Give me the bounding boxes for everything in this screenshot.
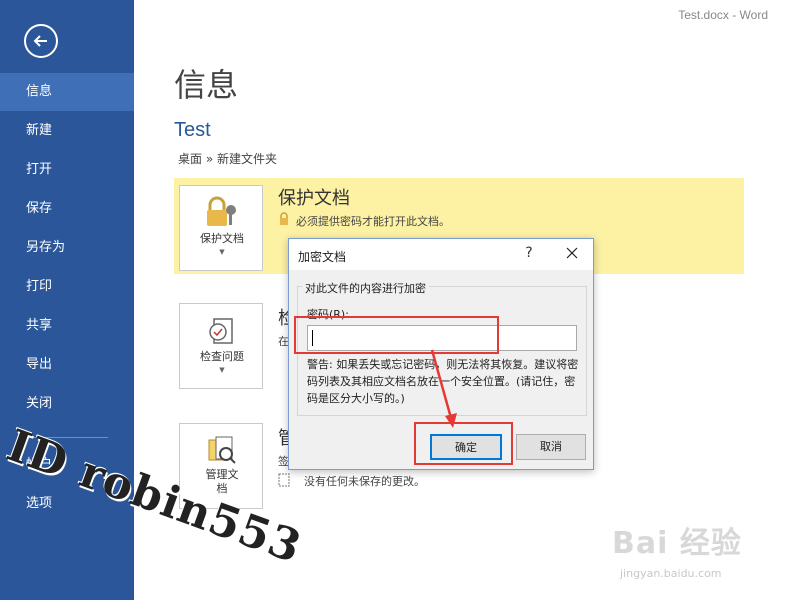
chevron-down-icon: ▼ — [219, 366, 225, 374]
baidu-url: jingyan.baidu.com — [620, 567, 722, 580]
sidebar-item-save-as[interactable]: 另存为 — [0, 229, 134, 267]
help-icon[interactable]: ? — [521, 245, 537, 261]
sidebar-item-print[interactable]: 打印 — [0, 268, 134, 306]
annotation-box-password — [294, 316, 499, 354]
inspect-document-button[interactable]: 检查问题 ▼ — [179, 303, 263, 389]
protect-tile-label: 保护文档 — [200, 232, 244, 245]
document-icon — [278, 473, 290, 487]
sidebar-item-open[interactable]: 打开 — [0, 151, 134, 189]
password-warning: 警告: 如果丢失或忘记密码，则无法将其恢复。建议将密码列表及其相应文档名放在一个… — [307, 358, 579, 405]
small-lock-icon — [280, 212, 288, 225]
inspect-document-icon — [209, 318, 233, 344]
back-arrow-icon[interactable] — [24, 24, 58, 58]
protect-document-button[interactable]: 保护文档 ▼ — [179, 185, 263, 271]
sidebar-item-new[interactable]: 新建 — [0, 112, 134, 150]
sidebar-item-share[interactable]: 共享 — [0, 307, 134, 345]
inspect-tile-label: 检查问题 — [200, 350, 244, 363]
protect-title: 保护文档 — [278, 188, 350, 209]
dialog-title: 加密文档 — [298, 250, 347, 264]
sidebar-item-export[interactable]: 导出 — [0, 346, 134, 384]
group-title: 对此文件的内容进行加密 — [302, 280, 429, 296]
manage-document-icon — [208, 436, 236, 464]
annotation-box-ok — [414, 422, 513, 465]
close-icon[interactable] — [563, 243, 581, 263]
chevron-down-icon: ▼ — [219, 248, 225, 256]
lock-key-icon — [207, 196, 236, 226]
breadcrumb: 桌面 » 新建文件夹 — [178, 152, 277, 166]
protect-description: 必须提供密码才能打开此文档。 — [296, 215, 450, 228]
document-name: Test — [174, 119, 211, 141]
backstage-sidebar: 信息 新建 打开 保存 另存为 打印 共享 导出 关闭 帐户 选项 — [0, 0, 134, 600]
page-title: 信息 — [174, 66, 239, 104]
window-title: Test.docx - Word — [678, 8, 768, 22]
sidebar-item-close[interactable]: 关闭 — [0, 385, 134, 423]
sidebar-item-save[interactable]: 保存 — [0, 190, 134, 228]
sidebar-item-info[interactable]: 信息 — [0, 73, 134, 111]
baidu-logo: Bai 经验 — [612, 526, 742, 561]
manage-description-2: 没有任何未保存的更改。 — [304, 475, 425, 488]
cancel-button[interactable]: 取消 — [516, 434, 586, 460]
